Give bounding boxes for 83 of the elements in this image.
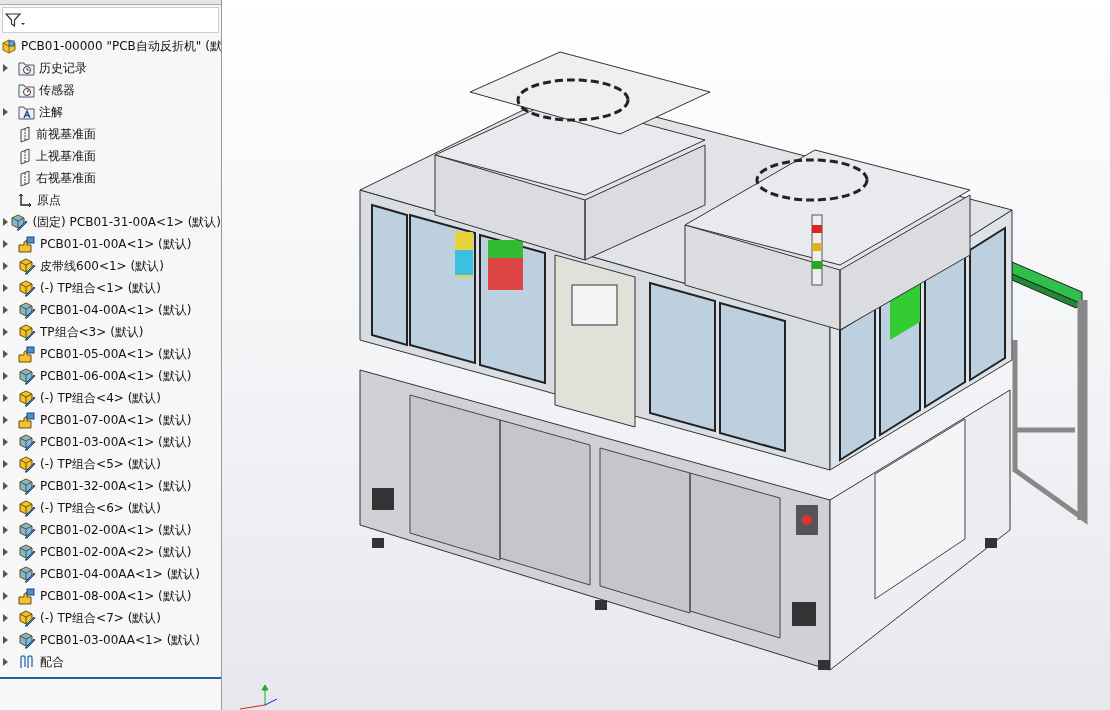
component-icon	[18, 609, 36, 627]
tree-item[interactable]: (-) TP组合<6> (默认)	[0, 497, 221, 519]
plane-icon	[18, 169, 32, 187]
tree-item[interactable]: PCB01-01-00A<1> (默认)	[0, 233, 221, 255]
component-icon	[18, 323, 36, 341]
expand-arrow-icon[interactable]	[3, 416, 8, 424]
component-icon	[18, 301, 36, 319]
tree-item[interactable]: (-) TP组合<5> (默认)	[0, 453, 221, 475]
component-icon	[18, 257, 36, 275]
component-icon	[18, 477, 36, 495]
expand-arrow-icon[interactable]	[3, 108, 8, 116]
tree-item[interactable]: PCB01-00000 "PCB自动反折机" (默	[0, 35, 221, 57]
expand-arrow-icon[interactable]	[3, 262, 8, 270]
annotation-folder-icon	[18, 104, 35, 120]
component-icon	[18, 367, 36, 385]
tree-item[interactable]: PCB01-03-00AA<1> (默认)	[0, 629, 221, 651]
part-icon	[18, 411, 36, 429]
filter-icon[interactable]	[5, 13, 25, 27]
tree-item[interactable]: PCB01-06-00A<1> (默认)	[0, 365, 221, 387]
part-icon	[18, 235, 36, 253]
expand-arrow-icon[interactable]	[3, 350, 8, 358]
expand-arrow-icon[interactable]	[3, 438, 8, 446]
gauge-folder-icon	[18, 82, 35, 98]
expand-arrow-icon[interactable]	[3, 64, 8, 72]
part-icon	[18, 345, 36, 363]
component-icon	[18, 631, 36, 649]
component-icon	[18, 521, 36, 539]
component-icon	[18, 433, 36, 451]
tree-item[interactable]: 配合	[0, 651, 221, 673]
tree-item[interactable]: 上视基准面	[0, 145, 221, 167]
tree-item[interactable]: PCB01-32-00A<1> (默认)	[0, 475, 221, 497]
expand-arrow-icon[interactable]	[3, 218, 8, 226]
expand-arrow-icon[interactable]	[3, 658, 8, 666]
expand-arrow-icon[interactable]	[3, 526, 8, 534]
tree-item[interactable]: PCB01-02-00A<1> (默认)	[0, 519, 221, 541]
axis-triad-icon	[239, 684, 278, 710]
expand-arrow-icon[interactable]	[3, 460, 8, 468]
component-icon	[18, 279, 36, 297]
expand-arrow-icon[interactable]	[3, 284, 8, 292]
component-icon	[18, 455, 36, 473]
expand-arrow-icon[interactable]	[3, 306, 8, 314]
component-icon	[10, 213, 29, 231]
assembly-icon	[1, 38, 17, 54]
origin-axes-icon	[18, 192, 33, 208]
expand-arrow-icon[interactable]	[3, 504, 8, 512]
expand-arrow-icon[interactable]	[3, 482, 8, 490]
expand-arrow-icon[interactable]	[3, 614, 8, 622]
tree-item[interactable]: PCB01-03-00A<1> (默认)	[0, 431, 221, 453]
plane-icon	[18, 125, 32, 143]
tree-item[interactable]: PCB01-02-00A<2> (默认)	[0, 541, 221, 563]
expand-arrow-icon[interactable]	[3, 570, 8, 578]
tree-item[interactable]: TP组合<3> (默认)	[0, 321, 221, 343]
tree-item[interactable]: 原点	[0, 189, 221, 211]
expand-arrow-icon[interactable]	[3, 636, 8, 644]
component-icon	[18, 565, 36, 583]
component-icon	[18, 543, 36, 561]
tree-item[interactable]: (-) TP组合<7> (默认)	[0, 607, 221, 629]
paperclip-icon	[18, 654, 36, 670]
tree-item[interactable]: 历史记录	[0, 57, 221, 79]
tree-item[interactable]: PCB01-08-00A<1> (默认)	[0, 585, 221, 607]
tree-item[interactable]: PCB01-04-00AA<1> (默认)	[0, 563, 221, 585]
tree-item[interactable]: (-) TP组合<1> (默认)	[0, 277, 221, 299]
tree-item[interactable]: (固定) PCB01-31-00A<1> (默认)	[0, 211, 221, 233]
expand-arrow-icon[interactable]	[3, 592, 8, 600]
plane-icon	[18, 147, 32, 165]
component-icon	[18, 389, 36, 407]
tree-item[interactable]: PCB01-07-00A<1> (默认)	[0, 409, 221, 431]
tree-item[interactable]: 注解	[0, 101, 221, 123]
expand-arrow-icon[interactable]	[3, 394, 8, 402]
tree-item[interactable]: 右视基准面	[0, 167, 221, 189]
expand-arrow-icon[interactable]	[3, 328, 8, 336]
clock-folder-icon	[18, 60, 35, 76]
tree-item[interactable]: PCB01-04-00A<1> (默认)	[0, 299, 221, 321]
component-icon	[18, 499, 36, 517]
tree-item[interactable]: 前视基准面	[0, 123, 221, 145]
tree-item[interactable]: (-) TP组合<4> (默认)	[0, 387, 221, 409]
expand-arrow-icon[interactable]	[3, 240, 8, 248]
tree-item[interactable]: 皮带线600<1> (默认)	[0, 255, 221, 277]
part-icon	[18, 587, 36, 605]
expand-arrow-icon[interactable]	[3, 548, 8, 556]
expand-arrow-icon[interactable]	[3, 372, 8, 380]
tree-item[interactable]: 传感器	[0, 79, 221, 101]
tree-item[interactable]: PCB01-05-00A<1> (默认)	[0, 343, 221, 365]
